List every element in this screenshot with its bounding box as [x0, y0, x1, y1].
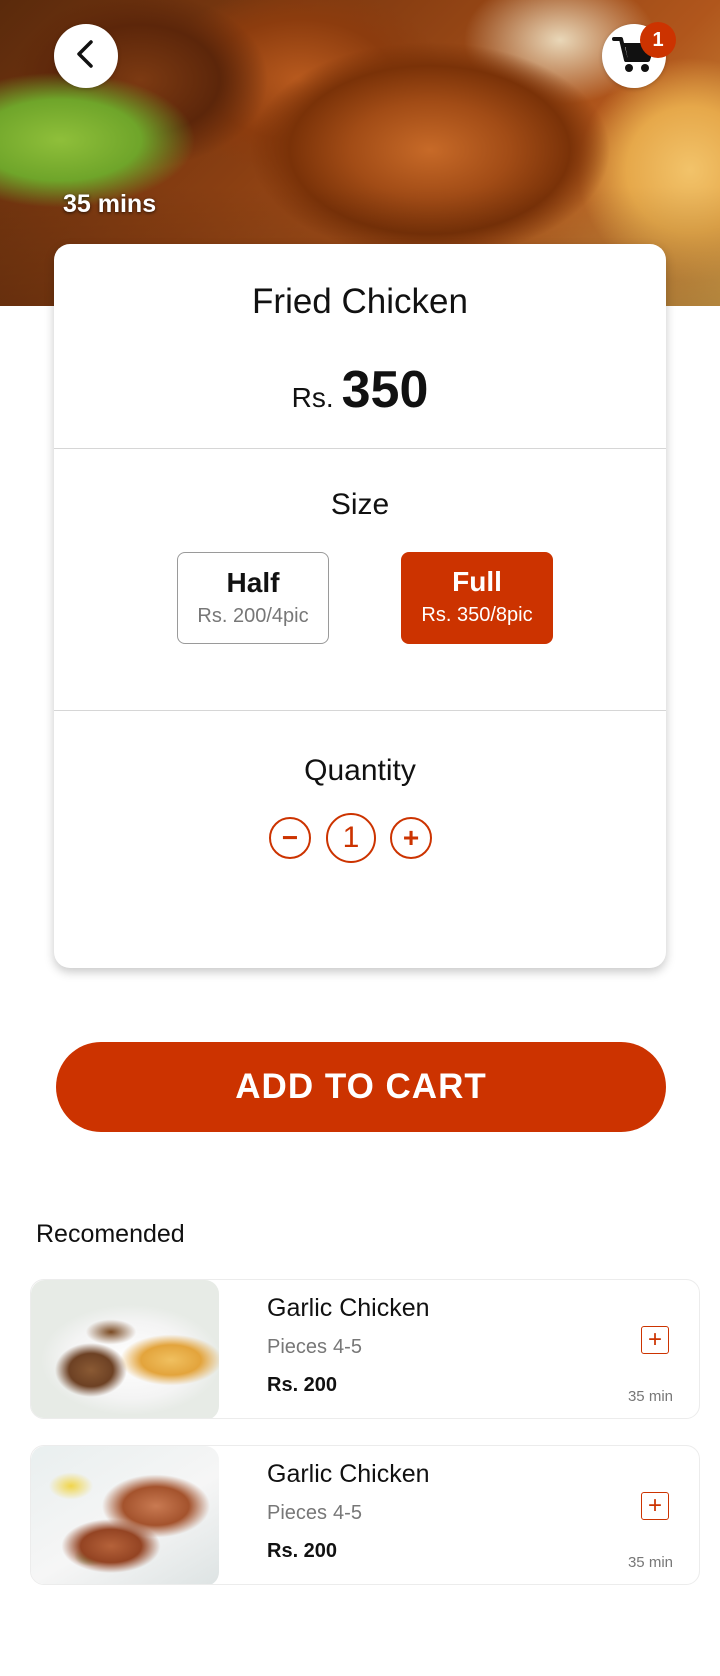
recommended-item[interactable]: Garlic Chicken Pieces 4-5 Rs. 200 + 35 mi… [30, 1279, 700, 1419]
quantity-decrement-button[interactable]: − [269, 817, 311, 859]
add-item-button[interactable]: + [641, 1492, 669, 1520]
size-option-half[interactable]: Half Rs. 200/4pic [177, 552, 329, 644]
cart-button[interactable]: 1 [602, 22, 676, 88]
item-name: Garlic Chicken [267, 1460, 430, 1488]
divider [54, 710, 666, 711]
quantity-title: Quantity [304, 754, 416, 787]
size-option-detail: Rs. 350/8pic [421, 604, 533, 626]
price-currency: Rs. [291, 382, 334, 413]
pieces-label: Pieces [267, 1336, 328, 1358]
quantity-increment-button[interactable]: + [390, 817, 432, 859]
recommended-heading: Recomended [36, 1220, 185, 1248]
add-to-cart-button[interactable]: ADD TO CART [56, 1042, 666, 1132]
item-pieces: Pieces 4-5 [267, 1336, 362, 1359]
item-name: Garlic Chicken [267, 1294, 430, 1322]
size-option-full[interactable]: Full Rs. 350/8pic [401, 552, 553, 644]
pieces-count: 4-5 [333, 1336, 362, 1358]
chevron-left-icon [71, 39, 101, 74]
item-price: Rs. 200 [267, 1374, 338, 1396]
pieces-count: 4-5 [333, 1502, 362, 1524]
product-title: Fried Chicken [252, 282, 468, 321]
add-item-button[interactable]: + [641, 1326, 669, 1354]
size-option-name: Full [452, 566, 502, 597]
size-option-detail: Rs. 200/4pic [197, 605, 309, 627]
pieces-label: Pieces [267, 1502, 328, 1524]
item-time: 35 min [627, 1554, 673, 1571]
product-price: Rs. 350 [54, 360, 666, 420]
item-time: 35 min [627, 1388, 673, 1405]
product-card: Fried Chicken Rs. 350 Size Half Rs. 200/4… [54, 244, 666, 968]
food-thumbnail [31, 1446, 219, 1584]
item-price: Rs. 200 [267, 1540, 338, 1562]
item-pieces: Pieces 4-5 [267, 1502, 362, 1525]
size-title: Size [330, 488, 390, 521]
price-value: 350 [341, 361, 429, 419]
size-option-name: Half [226, 567, 280, 598]
delivery-time: 35 mins [63, 190, 157, 218]
cart-count-badge: 1 [640, 22, 676, 58]
food-thumbnail [31, 1280, 219, 1418]
back-button[interactable] [54, 24, 118, 88]
divider [54, 448, 666, 449]
quantity-value: 1 [326, 813, 376, 863]
recommended-item[interactable]: Garlic Chicken Pieces 4-5 Rs. 200 + 35 mi… [30, 1445, 700, 1585]
